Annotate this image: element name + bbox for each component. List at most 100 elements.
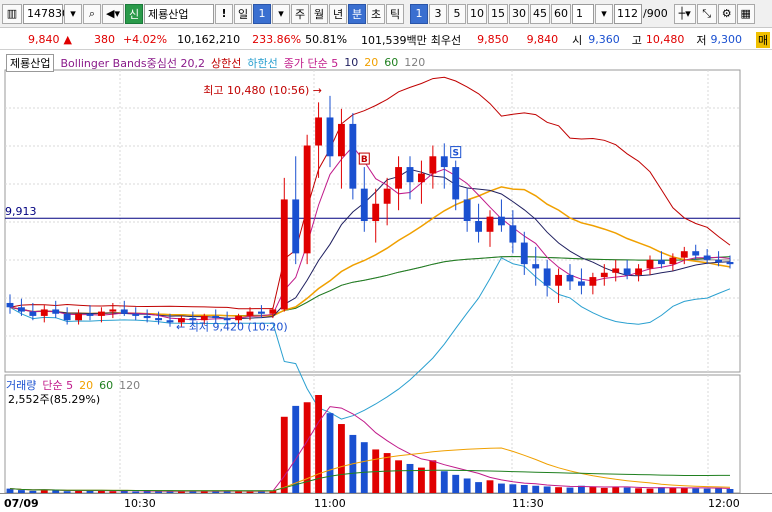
- candle-body: [360, 188, 368, 221]
- legend-ma10[interactable]: 10: [344, 56, 358, 69]
- candle-body: [463, 199, 471, 221]
- candle-body: [29, 311, 37, 316]
- volume-current-value: 2,552주(85.29%): [8, 393, 101, 406]
- candle-body: [406, 167, 414, 183]
- candle-body: [63, 313, 71, 321]
- legend-ma20[interactable]: 20: [364, 56, 378, 69]
- candle-body: [280, 199, 288, 310]
- candle-body: [589, 277, 597, 286]
- volume-bar: [509, 484, 517, 493]
- volume-bar: [418, 467, 425, 493]
- candle-body: [623, 268, 631, 275]
- time-axis: 07/09 10:30 11:00 11:30 12:00: [0, 493, 772, 512]
- candle-body: [692, 251, 700, 256]
- legend-ma60[interactable]: 60: [384, 56, 398, 69]
- candle-body: [612, 268, 620, 273]
- candle-body: [475, 221, 482, 232]
- volume-bar: [326, 413, 334, 493]
- high-annotation: 최고 10,480 (10:56) →: [203, 84, 322, 97]
- candle-body: [486, 216, 494, 232]
- axis-tick: 12:00: [708, 497, 740, 510]
- volume-bar: [429, 460, 437, 493]
- candle-body: [52, 309, 60, 314]
- legend-volume-ma20[interactable]: 20: [79, 379, 93, 392]
- low-annotation: ← 최저 9,420 (10:20): [176, 321, 288, 334]
- candle-body: [303, 145, 311, 254]
- candle-body: [646, 259, 654, 269]
- volume-bar: [280, 416, 288, 493]
- chart-canvas[interactable]: 9,913 최고 10,480 (10:56) → ← 최저 9,420 (10:2…: [0, 0, 772, 512]
- legend-volume-ma60[interactable]: 60: [99, 379, 113, 392]
- candle-body: [726, 261, 734, 265]
- buy-marker: B: [361, 155, 368, 165]
- candle-body: [109, 309, 117, 312]
- candle-body: [578, 281, 585, 286]
- candle-body: [372, 203, 380, 221]
- candle-body: [86, 313, 94, 316]
- price-legend: 제룡산업 Bollinger Bands중심선 20,2 상한선 하한선 종가 …: [6, 53, 425, 72]
- candle-body: [703, 255, 711, 260]
- candle-body: [418, 173, 425, 183]
- legend-ma120[interactable]: 120: [404, 56, 425, 69]
- candle-body: [680, 251, 688, 258]
- candle-body: [498, 216, 505, 226]
- candle-body: [246, 311, 254, 316]
- candle-body: [40, 309, 48, 316]
- volume-bar: [440, 471, 448, 493]
- candle-body: [520, 242, 528, 265]
- volume-bar: [475, 482, 482, 493]
- candle-body: [566, 274, 574, 282]
- candle-body: [18, 307, 25, 312]
- candle-body: [326, 117, 334, 157]
- legend-ma5[interactable]: 종가 단순 5: [284, 55, 338, 71]
- legend-bb-lower[interactable]: 하한선: [247, 55, 277, 71]
- candle-body: [669, 257, 677, 265]
- candle-body: [452, 167, 460, 200]
- axis-date: 07/09: [4, 497, 39, 510]
- candle-body: [338, 123, 345, 157]
- volume-bar: [486, 480, 494, 493]
- candle-body: [349, 123, 357, 189]
- volume-bar: [520, 485, 528, 493]
- candle-body: [429, 156, 437, 174]
- candle-body: [235, 315, 242, 321]
- legend-volume-ma120[interactable]: 120: [119, 379, 140, 392]
- candle-body: [258, 311, 265, 314]
- volume-bar: [498, 483, 505, 493]
- candle-body: [600, 272, 608, 278]
- candle-body: [166, 320, 174, 323]
- volume-bar: [360, 442, 368, 493]
- candle-body: [555, 274, 562, 286]
- candle-body: [315, 117, 322, 146]
- candle-body: [635, 268, 642, 275]
- legend-bb-upper[interactable]: 상한선: [211, 55, 241, 71]
- volume-bar: [292, 405, 300, 493]
- candle-body: [532, 264, 540, 269]
- candle-body: [383, 188, 391, 204]
- volume-bar: [532, 485, 540, 493]
- reference-line-label: 9,913: [5, 205, 37, 218]
- candle-body: [440, 156, 448, 168]
- volume-bar: [452, 474, 460, 493]
- candle-body: [143, 315, 151, 319]
- volume-bar: [406, 463, 414, 493]
- legend-bb[interactable]: Bollinger Bands중심선 20,2: [60, 55, 205, 71]
- axis-tick: 10:30: [124, 497, 156, 510]
- volume-bar: [383, 453, 391, 493]
- candle-body: [292, 199, 300, 254]
- candle-body: [658, 259, 665, 265]
- volume-bar: [395, 460, 402, 493]
- candle-body: [269, 309, 277, 314]
- candle-body: [395, 167, 402, 189]
- candle-body: [75, 313, 82, 321]
- sell-marker: S: [452, 149, 458, 159]
- candle-body: [155, 318, 162, 321]
- candle-body: [509, 225, 517, 243]
- candle-body: [98, 311, 105, 316]
- legend-stock-name[interactable]: 제룡산업: [6, 53, 55, 72]
- volume-bar: [463, 478, 471, 493]
- candle-body: [543, 268, 551, 286]
- candle-body: [212, 315, 220, 319]
- volume-bar: [338, 424, 345, 493]
- axis-tick: 11:30: [512, 497, 544, 510]
